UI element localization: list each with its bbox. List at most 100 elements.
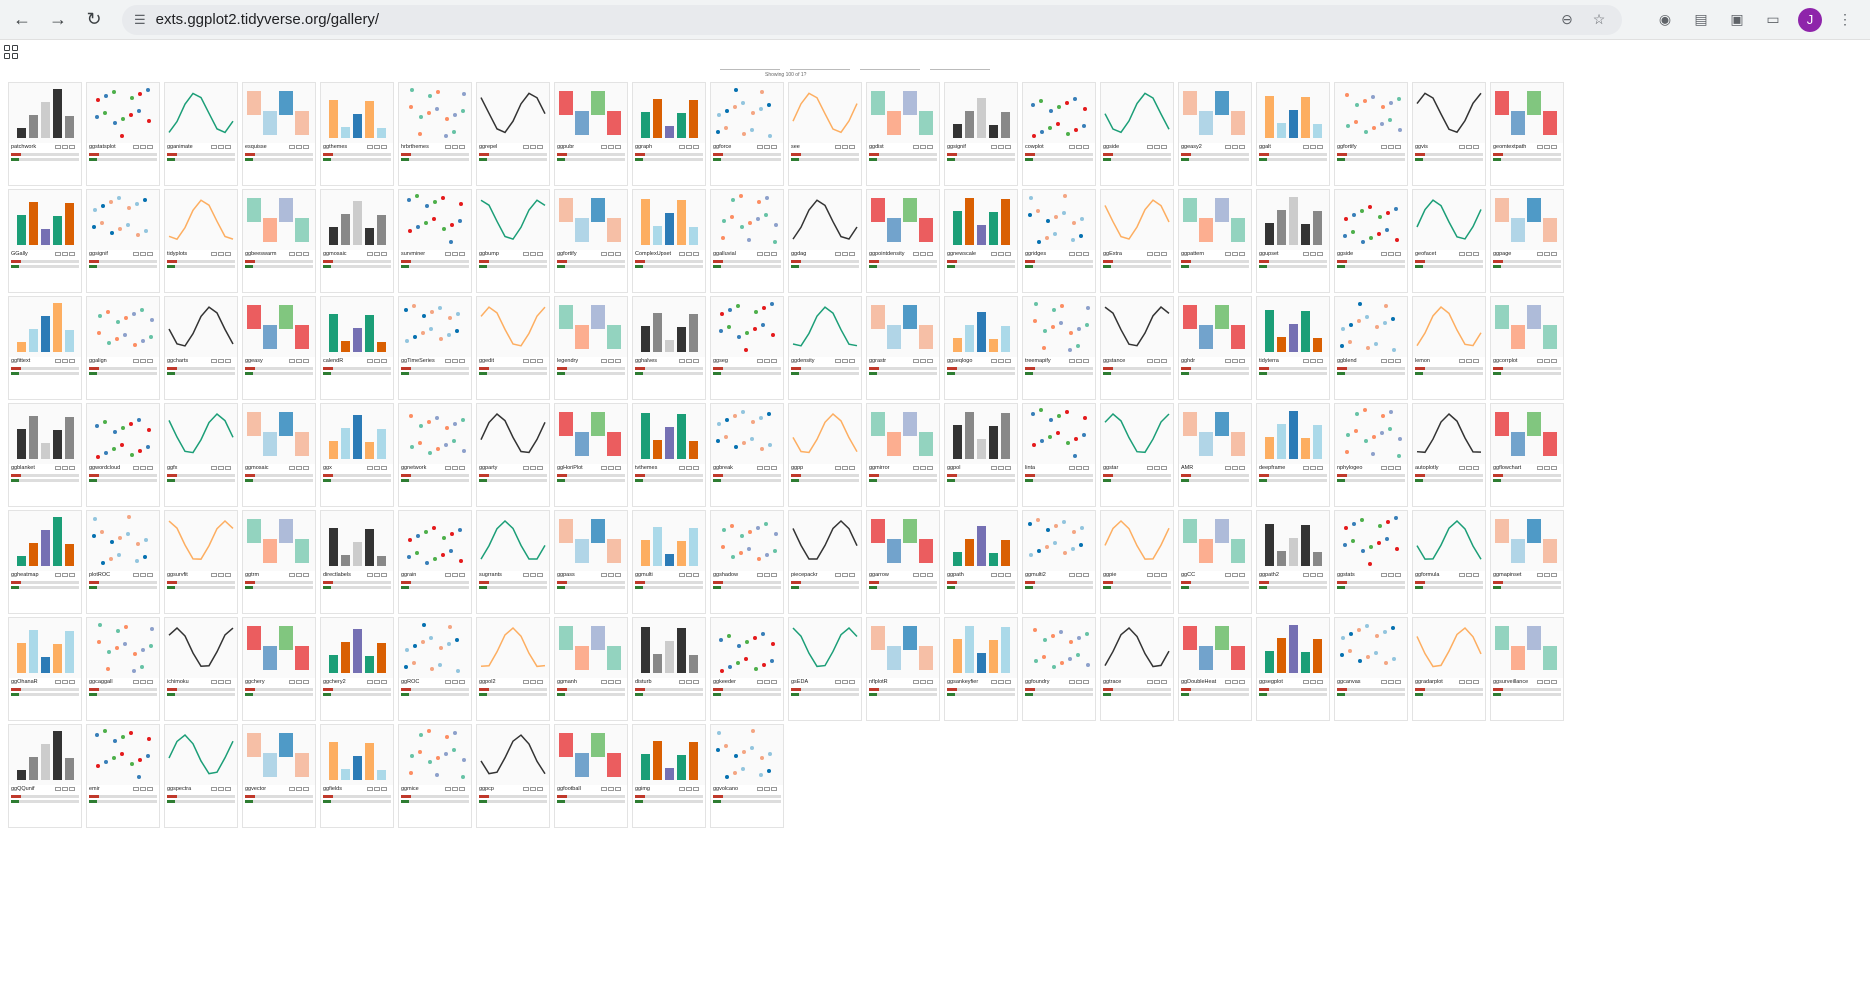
extension-card[interactable]: gganimate [164,82,238,186]
extension-thumbnail[interactable] [867,404,939,464]
extension-card[interactable]: ggnewscale [944,189,1018,293]
extension-card[interactable]: ggrain [398,510,472,614]
extension-card[interactable]: GGally [8,189,82,293]
extension-card[interactable]: ggrastr [866,296,940,400]
extension-thumbnail[interactable] [1257,190,1329,250]
extension-card[interactable]: ggpath [944,510,1018,614]
extension-thumbnail[interactable] [633,297,705,357]
extension-thumbnail[interactable] [87,83,159,143]
extension-card[interactable]: linta [1022,403,1096,507]
extension-thumbnail[interactable] [9,404,81,464]
extension-thumbnail[interactable] [945,190,1017,250]
extension-card[interactable]: ggnetwork [398,403,472,507]
extension-thumbnail[interactable] [867,511,939,571]
extension-card[interactable]: ggOhanaR [8,617,82,721]
extension-card[interactable]: autoplotly [1412,403,1486,507]
extension-card[interactable]: ggfoundry [1022,617,1096,721]
extension-card[interactable]: ggfx [164,403,238,507]
extension-thumbnail[interactable] [1413,618,1485,678]
extension-thumbnail[interactable] [1101,618,1173,678]
filter-tab[interactable] [790,64,850,70]
extension-thumbnail[interactable] [633,511,705,571]
extension-card[interactable]: ggside [1100,82,1174,186]
extension-card[interactable]: deepframe [1256,403,1330,507]
extension-card[interactable]: tidyplots [164,189,238,293]
extension-thumbnail[interactable] [1101,190,1173,250]
extension-thumbnail[interactable] [1101,297,1173,357]
extension-thumbnail[interactable] [1335,511,1407,571]
extension-card[interactable]: ggpage [1490,189,1564,293]
extension-card[interactable]: ggmirror [866,403,940,507]
extension-card[interactable]: lemon [1412,296,1486,400]
extension-card[interactable]: ggsignif [86,189,160,293]
extension-thumbnail[interactable] [1335,190,1407,250]
address-bar[interactable]: ☰ exts.ggplot2.tidyverse.org/gallery/ ⊖ … [122,4,1622,35]
extension-thumbnail[interactable] [399,511,471,571]
extension-card[interactable]: survminer [398,189,472,293]
extension-thumbnail[interactable] [555,404,627,464]
menu-icon[interactable]: ⋮ [1832,7,1858,33]
extension-card[interactable]: ggHoriPlot [554,403,628,507]
extension-card[interactable]: ggstance [1100,296,1174,400]
extension-card[interactable]: directlabels [320,510,394,614]
extension-thumbnail[interactable] [165,83,237,143]
extension-thumbnail[interactable] [1413,83,1485,143]
extension-card[interactable]: ggtrm [242,510,316,614]
extension-thumbnail[interactable] [9,725,81,785]
url-text[interactable]: exts.ggplot2.tidyverse.org/gallery/ [156,11,1546,28]
extension-thumbnail[interactable] [1257,511,1329,571]
extension-thumbnail[interactable] [633,190,705,250]
extension-card[interactable]: ichimoku [164,617,238,721]
extension-card[interactable]: ggvolcano [710,724,784,828]
extension-thumbnail[interactable] [243,725,315,785]
extension-thumbnail[interactable] [1335,83,1407,143]
extension-card[interactable]: ggeasy [242,296,316,400]
extension-thumbnail[interactable] [555,83,627,143]
extension-thumbnail[interactable] [1179,618,1251,678]
extension-thumbnail[interactable] [789,511,861,571]
extension-card[interactable]: piecepackr [788,510,862,614]
extension-card[interactable]: ggblend [1334,296,1408,400]
extension-card[interactable]: ggpol [944,403,1018,507]
extension-card[interactable]: disturb [632,617,706,721]
extension-card[interactable]: ggpie [1100,510,1174,614]
extension-card[interactable]: ggmanh [554,617,628,721]
extension-thumbnail[interactable] [945,83,1017,143]
extension-thumbnail[interactable] [321,618,393,678]
extension-card[interactable]: ggraph [632,82,706,186]
extension-card[interactable]: tvthemes [632,403,706,507]
extension-card[interactable]: ggblanket [8,403,82,507]
extension-card[interactable]: ggstats [1334,510,1408,614]
extension-thumbnail[interactable] [1023,618,1095,678]
extension-card[interactable]: ggpointdensity [866,189,940,293]
extension-thumbnail[interactable] [1257,83,1329,143]
extension-card[interactable]: ggtrace [1100,617,1174,721]
extension-thumbnail[interactable] [1491,83,1563,143]
extension-card[interactable]: ggstatsplot [86,82,160,186]
extension-thumbnail[interactable] [789,83,861,143]
tune-icon[interactable]: ☰ [134,12,146,28]
extension-card[interactable]: ggimg [632,724,706,828]
extension-card[interactable]: gghalves [632,296,706,400]
extension-card[interactable]: ggcharts [164,296,238,400]
extension-thumbnail[interactable] [165,725,237,785]
extension-thumbnail[interactable] [243,511,315,571]
extension-thumbnail[interactable] [321,725,393,785]
extension-thumbnail[interactable] [87,511,159,571]
extension-card[interactable]: ggbeeswarm [242,189,316,293]
extension-card[interactable]: geomtextpath [1490,82,1564,186]
reload-button[interactable]: ↻ [80,6,108,34]
extension-thumbnail[interactable] [165,404,237,464]
extension-card[interactable]: ggpp [788,403,862,507]
extension-card[interactable]: ggpubr [554,82,628,186]
extension-thumbnail[interactable] [243,83,315,143]
extension-card[interactable]: ggpattern [1178,189,1252,293]
extension-card[interactable]: legendry [554,296,628,400]
extension-card[interactable]: AMR [1178,403,1252,507]
extension-card[interactable]: ggsurvfit [164,510,238,614]
extension-thumbnail[interactable] [711,618,783,678]
extension-thumbnail[interactable] [399,190,471,250]
extension-thumbnail[interactable] [1491,618,1563,678]
extension-card[interactable]: ggmosaic [242,403,316,507]
extension-thumbnail[interactable] [477,404,549,464]
